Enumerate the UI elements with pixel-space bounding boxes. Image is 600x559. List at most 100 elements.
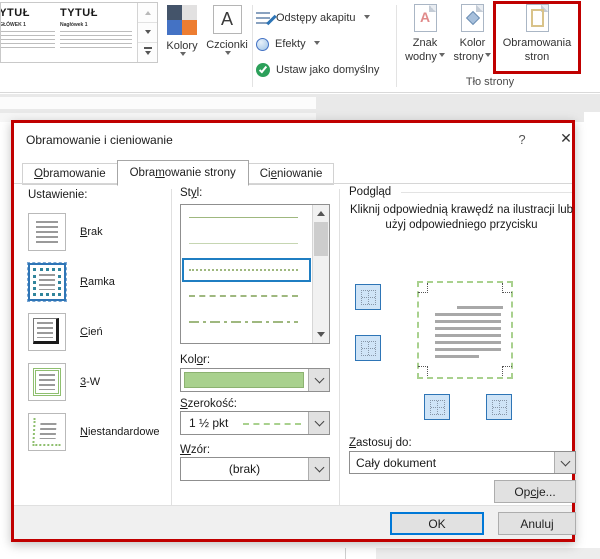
- gallery-scrollbar: [137, 3, 157, 62]
- setting-option-custom[interactable]: Niestandardowe: [28, 413, 160, 451]
- style-set-card-1[interactable]: TYTUŁ NAGŁÓWEK 1: [1, 3, 55, 62]
- preview-instruction: Kliknij odpowiednią krawędź na ilustracj…: [347, 203, 576, 233]
- setting-option-none[interactable]: Brak: [28, 213, 103, 251]
- thin-line-sample: [189, 243, 298, 244]
- style-set-heading: Nagłówek 1: [60, 22, 132, 28]
- fonts-label: Czcionki: [206, 39, 248, 51]
- up-arrow-icon: [145, 8, 151, 15]
- paragraph-spacing-label: Odstępy akapitu: [276, 12, 356, 24]
- down-arrow-icon: [145, 30, 151, 37]
- page-color-label-line1: Kolor: [460, 37, 486, 49]
- page-color-icon: [461, 4, 484, 32]
- set-as-default-menu-item[interactable]: Ustaw jako domyślny: [256, 57, 394, 83]
- dropdown-button[interactable]: [308, 369, 329, 391]
- document-page-border: [345, 548, 346, 559]
- style-set-card-2[interactable]: TYTUŁ Nagłówek 1: [55, 3, 137, 62]
- apply-to-dropdown[interactable]: Cały dokument: [349, 451, 576, 474]
- style-set-body-preview: [60, 31, 132, 48]
- close-icon[interactable]: ✕: [557, 130, 575, 147]
- cancel-button[interactable]: Anuluj: [498, 512, 576, 535]
- setting-shadow-icon: [28, 313, 66, 351]
- width-value: 1 ½ pkt: [189, 416, 228, 430]
- colors-label: Kolory: [166, 40, 197, 52]
- setting-3d-icon: [28, 363, 66, 401]
- dropdown-button[interactable]: [554, 452, 575, 473]
- fonts-button[interactable]: A Czcionki: [203, 4, 251, 89]
- style-item-dotted-selected[interactable]: [181, 257, 312, 283]
- width-line-sample: [243, 423, 301, 425]
- text-line: [435, 313, 501, 316]
- style-item-dash-dot[interactable]: [181, 309, 312, 335]
- chevron-down-icon: [560, 456, 570, 466]
- left-border-toggle-button[interactable]: [424, 394, 450, 420]
- scroll-down-button[interactable]: [313, 327, 329, 343]
- dropdown-button[interactable]: [308, 458, 329, 480]
- tab-borders[interactable]: Obramowanie: [22, 163, 118, 185]
- tab-page-border[interactable]: Obramowanie strony: [117, 160, 249, 186]
- top-border-toggle-button[interactable]: [355, 284, 381, 310]
- preview-group-line: [401, 192, 572, 193]
- chevron-down-icon: [180, 52, 186, 59]
- setting-option-3d[interactable]: 3-W: [28, 363, 100, 401]
- paragraph-spacing-menu-item[interactable]: Odstępy akapitu: [256, 5, 394, 31]
- check-circle-icon: [256, 63, 270, 77]
- document-page-edge: [0, 97, 316, 109]
- options-button[interactable]: Opcje...: [494, 480, 576, 503]
- style-item-solid[interactable]: [181, 205, 312, 231]
- corner-mark-icon: [502, 283, 512, 293]
- word-window: TYTUŁ NAGŁÓWEK 1 TYTUŁ Nagłówek 1 Kolory: [0, 0, 600, 559]
- tab-shading[interactable]: Cieniowanie: [248, 163, 335, 185]
- style-item-dashed[interactable]: [181, 283, 312, 309]
- more-styles-icon: [144, 47, 152, 58]
- help-button[interactable]: ?: [514, 132, 530, 147]
- scroll-up-button[interactable]: [313, 205, 329, 221]
- effects-menu-item[interactable]: Efekty: [256, 31, 394, 57]
- chevron-down-icon: [439, 53, 445, 60]
- border-grid-icon: [361, 290, 376, 305]
- page-color-label-line2: strony: [454, 51, 484, 63]
- colors-button[interactable]: Kolory: [161, 4, 203, 89]
- watermark-label-line2: wodny: [405, 51, 437, 63]
- watermark-icon: A: [414, 4, 437, 32]
- setting-option-box-selected[interactable]: Ramka: [28, 263, 115, 301]
- art-dropdown[interactable]: (brak): [180, 457, 330, 481]
- ok-button[interactable]: OK: [390, 512, 484, 535]
- up-arrow-icon: [317, 207, 325, 216]
- dialog-tabs: Obramowanie Obramowanie strony Cieniowan…: [22, 160, 333, 185]
- dropdown-button[interactable]: [308, 412, 329, 434]
- setting-label: Ustawienie:: [28, 189, 87, 201]
- preview-page-diagram[interactable]: [409, 272, 522, 391]
- page-background-group-label: Tło strony: [400, 76, 580, 88]
- style-list-scrollbar: [312, 205, 329, 343]
- gallery-scroll-down-button[interactable]: [138, 23, 157, 43]
- page-color-button[interactable]: Kolor strony: [450, 4, 495, 64]
- effects-label: Efekty: [275, 38, 306, 50]
- gallery-more-button[interactable]: [138, 43, 157, 62]
- style-listbox[interactable]: [180, 204, 330, 344]
- apply-to-label: Zastosuj do:: [349, 437, 412, 449]
- color-label: Kolor:: [180, 354, 210, 366]
- document-background-gray: [376, 548, 600, 559]
- width-dropdown[interactable]: 1 ½ pkt: [180, 411, 330, 435]
- color-dropdown[interactable]: [180, 368, 330, 392]
- scrollbar-thumb[interactable]: [314, 222, 328, 256]
- style-item-thin[interactable]: [181, 231, 312, 257]
- set-as-default-label: Ustaw jako domyślny: [276, 64, 379, 76]
- red-annotation-box-ribbon: [493, 1, 581, 74]
- art-value: (brak): [181, 462, 308, 476]
- bottom-border-toggle-button[interactable]: [355, 335, 381, 361]
- chevron-down-icon: [225, 51, 231, 58]
- colors-icon: [167, 5, 197, 35]
- watermark-label-line1: Znak: [413, 37, 437, 49]
- setting-option-shadow[interactable]: Cień: [28, 313, 103, 351]
- tab-panel-divider: [14, 183, 572, 184]
- border-grid-icon: [430, 400, 445, 415]
- text-line: [435, 348, 501, 351]
- apply-to-value: Cały dokument: [356, 456, 436, 470]
- setting-box-icon: [28, 263, 66, 301]
- preview-label: Podgląd: [349, 186, 391, 198]
- gallery-scroll-up-button[interactable]: [138, 3, 157, 23]
- watermark-button[interactable]: A Znak wodny: [402, 4, 448, 64]
- document-background-bottom: [0, 548, 600, 559]
- right-border-toggle-button[interactable]: [486, 394, 512, 420]
